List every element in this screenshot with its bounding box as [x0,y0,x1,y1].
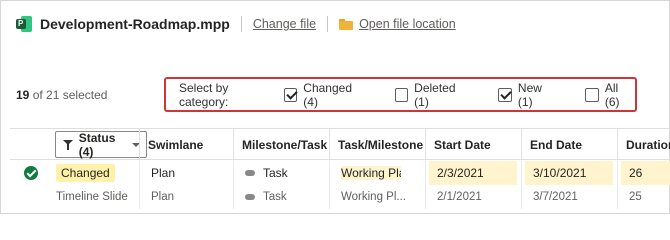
name-cell: Working Plan [333,161,401,185]
column-header-duration[interactable]: Duration [617,129,670,160]
status-badge: Changed [56,164,115,182]
column-divider [233,161,234,209]
column-divider [139,161,140,209]
swimlane-cell: Plan [151,166,176,180]
column-divider [617,161,618,209]
table-header: Status (4) Swimlane Milestone/Task Task/… [10,128,670,160]
status-cell: Changed [48,161,138,185]
column-header-start-date[interactable]: Start Date [425,129,521,160]
folder-icon [339,18,354,30]
swimlane-cell: Plan [151,191,175,203]
checkbox-all[interactable]: All (6) [585,81,635,109]
filter-icon [63,139,73,150]
status-filter-dropdown[interactable]: Status (4) [55,130,147,159]
selection-count: 19 of 21 selected [16,88,107,102]
checkbox-new[interactable]: New (1) [498,81,558,109]
divider [327,16,329,32]
checkbox-label: Deleted (1) [414,80,456,109]
file-name: Development-Roadmap.mpp [40,16,230,32]
checkbox-box[interactable] [283,87,298,102]
task-bar-icon [245,194,255,200]
checkbox-deleted[interactable]: Deleted (1) [394,80,472,109]
task-bar-icon [245,170,255,176]
selected-number: 19 [16,88,30,102]
column-header-milestone-task[interactable]: Milestone/Task [233,129,329,160]
duration-cell: 25 [629,191,642,203]
type-label: Task [263,166,288,180]
column-header-task-milestone-title[interactable]: Task/Milestone T [329,129,425,160]
checkbox-label: New (1) [517,80,542,109]
start-date-cell: 2/1/2021 [437,191,482,203]
change-file-link[interactable]: Change file [253,17,316,31]
type-cell: Task [237,161,329,185]
end-date-cell: 3/10/2021 [525,161,613,185]
file-bar: P Development-Roadmap.mpp Change file Op… [16,14,456,34]
name-cell: Working Pl... [341,191,406,203]
checkbox-box[interactable] [585,87,599,102]
duration-cell: 26 [621,161,670,185]
task-table: Status (4) Swimlane Milestone/Task Task/… [10,128,670,209]
column-header-end-date[interactable]: End Date [521,129,617,160]
table-row[interactable]: Changed Plan Task Working Plan 2/3/2021 … [10,161,670,185]
check-circle-icon[interactable] [24,166,38,180]
category-filter-label: Select by category: [179,80,229,109]
category-filter: Select by category: Changed (4) Deleted … [164,77,637,112]
type-cell: Task [237,185,329,209]
column-divider [329,161,330,209]
start-date-cell: 2/3/2021 [429,161,517,185]
column-divider [521,161,522,209]
selected-suffix: of 21 selected [32,88,108,102]
status-filter-label: Status (4) [78,130,116,159]
checkbox-changed[interactable]: Changed (4) [283,80,368,109]
project-file-icon: P [16,16,32,32]
status-cell: Timeline Slide [56,191,128,203]
column-header-swimlane[interactable]: Swimlane [139,129,233,160]
checkbox-box[interactable] [498,87,512,102]
checkbox-label: All (6) [604,80,620,109]
divider [240,16,242,32]
checkbox-box[interactable] [394,87,409,102]
end-date-cell: 3/7/2021 [533,191,578,203]
checkbox-label: Changed (4) [303,80,352,109]
task-name: Working Plan [341,166,401,180]
open-file-location-link[interactable]: Open file location [359,17,456,31]
table-row[interactable]: Timeline Slide Plan Task Working Pl... 2… [10,185,670,209]
column-divider [425,161,426,209]
type-label: Task [263,191,287,203]
